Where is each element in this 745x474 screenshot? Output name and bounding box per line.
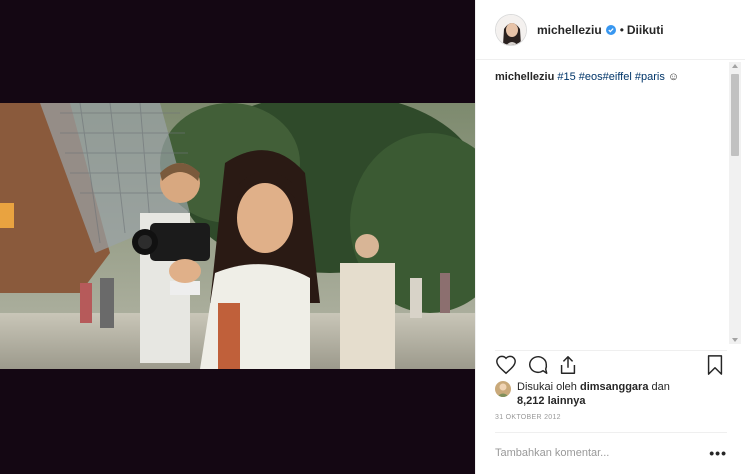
hashtag-link[interactable]: #paris — [635, 71, 665, 83]
follow-button[interactable]: Diikuti — [627, 23, 664, 37]
hashtag-link[interactable]: #eos — [579, 71, 603, 83]
post-date[interactable]: 31 OKTOBER 2012 — [495, 414, 561, 421]
caption-username[interactable]: michelleziu — [495, 71, 554, 83]
hashtag-link[interactable]: #15 — [557, 71, 575, 83]
likes-count[interactable]: 8,212 lainnya — [517, 395, 586, 407]
post-username[interactable]: michelleziu — [537, 23, 602, 37]
scroll-up-arrow[interactable] — [732, 64, 738, 68]
post-header: michelleziu • Diikuti — [476, 0, 745, 60]
post-photo[interactable] — [0, 103, 475, 369]
photo-image — [0, 103, 475, 369]
likes-summary: Disukai oleh dimsanggara dan 8,212 lainn… — [495, 380, 727, 408]
media-pane — [0, 0, 475, 474]
likes-text: Disukai oleh dimsanggara dan 8,212 lainn… — [517, 380, 670, 408]
caption: michelleziu #15 #eos#eiffel #paris ☺ — [495, 70, 727, 84]
likes-prefix: Disukai oleh — [517, 381, 577, 393]
scroll-thumb[interactable] — [731, 74, 739, 156]
liker-avatar[interactable] — [495, 381, 511, 397]
bookmark-icon[interactable] — [704, 354, 726, 376]
comment-input[interactable]: Tambahkan komentar... — [495, 447, 709, 459]
action-bar — [495, 350, 727, 376]
hashtag-link[interactable]: #eiffel — [603, 71, 632, 83]
liker-avatar-image — [495, 381, 511, 397]
user-avatar[interactable] — [495, 13, 527, 46]
heart-icon[interactable] — [495, 354, 517, 376]
verified-badge-icon — [605, 24, 616, 35]
comment-icon[interactable] — [527, 354, 549, 376]
liker-username[interactable]: dimsanggara — [580, 381, 648, 393]
comments-scrollbar[interactable] — [729, 62, 741, 344]
share-icon[interactable] — [557, 354, 579, 376]
post-side-panel: michelleziu • Diikuti michelleziu #15 #e… — [475, 0, 745, 474]
scroll-down-arrow[interactable] — [732, 338, 738, 342]
likes-conjunction: dan — [651, 381, 670, 393]
header-separator: • — [619, 22, 624, 37]
avatar-image — [496, 14, 526, 45]
more-options-icon[interactable]: ••• — [709, 445, 727, 461]
smile-emoji: ☺ — [667, 71, 680, 83]
comment-box: Tambahkan komentar... ••• — [495, 432, 727, 472]
